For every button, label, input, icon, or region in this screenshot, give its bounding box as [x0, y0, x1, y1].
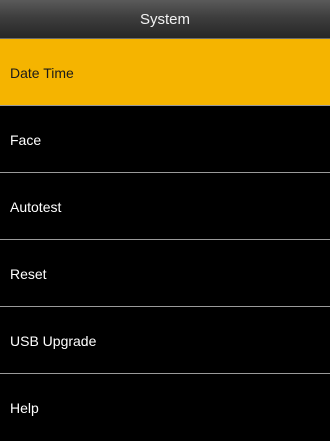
- title-bar: System: [0, 0, 330, 39]
- menu-item-label: Autotest: [10, 198, 62, 215]
- menu-item-label: Reset: [10, 265, 47, 282]
- page-title: System: [139, 11, 190, 28]
- menu-item-label: Face: [10, 131, 42, 148]
- menu-item-help[interactable]: Help: [0, 374, 330, 441]
- menu-item-reset[interactable]: Reset: [0, 240, 330, 307]
- menu-item-autotest[interactable]: Autotest: [0, 173, 330, 240]
- system-menu: Date Time Face Autotest Reset USB Upgrad…: [0, 39, 330, 441]
- menu-item-label: Help: [10, 399, 39, 416]
- system-screen: System Date Time Face Autotest Reset USB…: [0, 0, 330, 441]
- menu-item-face[interactable]: Face: [0, 106, 330, 173]
- menu-item-label: Date Time: [10, 64, 74, 81]
- menu-item-label: USB Upgrade: [10, 332, 97, 349]
- menu-item-date-time[interactable]: Date Time: [0, 39, 330, 106]
- menu-item-usb-upgrade[interactable]: USB Upgrade: [0, 307, 330, 374]
